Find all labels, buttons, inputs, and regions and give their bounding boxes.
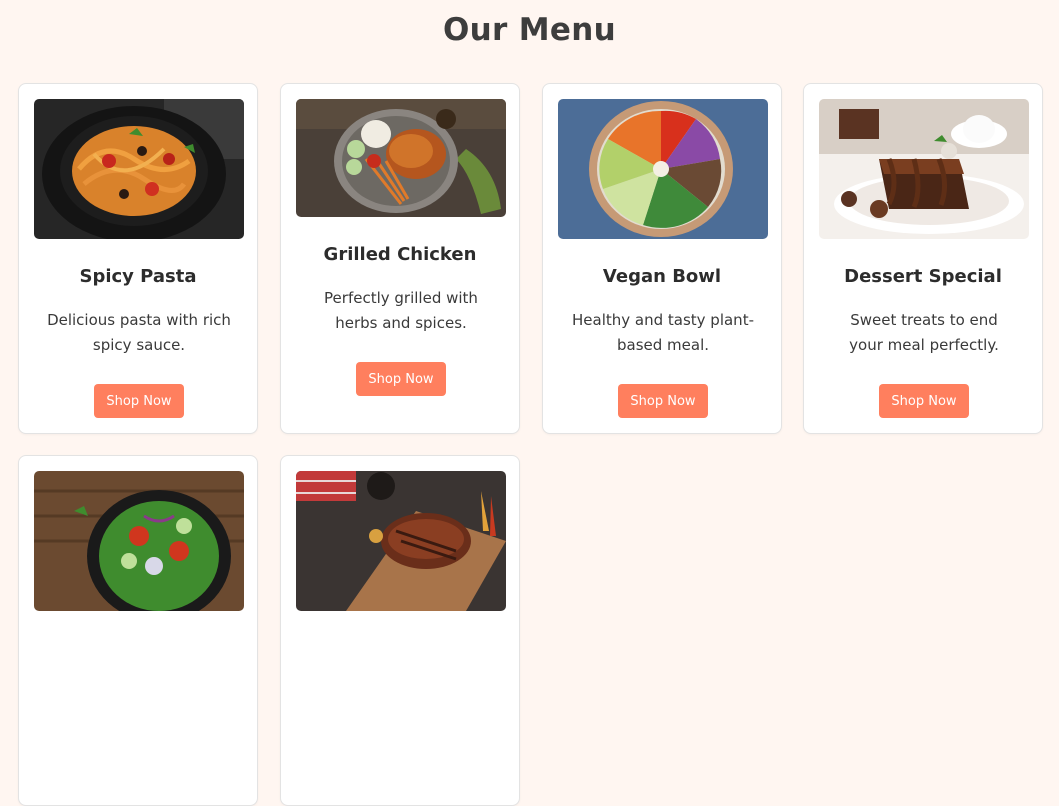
vegan-bowl-image — [558, 99, 768, 239]
grilled-chicken-image — [296, 99, 506, 217]
item-name: Grilled Chicken — [323, 244, 477, 265]
item-description: Perfectly grilled with herbs and spices. — [324, 289, 478, 332]
menu-card-dessert-special: Dessert Special Sweet treats to end your… — [803, 83, 1043, 434]
menu-grid: Spicy Pasta Delicious pasta with rich sp… — [0, 0, 1059, 806]
item-name: Vegan Bowl — [602, 266, 722, 287]
item-description: Delicious pasta with rich spicy sauce. — [47, 311, 231, 354]
shop-now-button[interactable]: Shop Now — [618, 384, 708, 418]
menu-card-steak — [280, 455, 520, 806]
item-name: Dessert Special — [844, 266, 1002, 287]
menu-card-grilled-chicken: Grilled Chicken Perfectly grilled with h… — [280, 83, 520, 434]
menu-card-spicy-pasta: Spicy Pasta Delicious pasta with rich sp… — [18, 83, 258, 434]
shop-now-button[interactable]: Shop Now — [356, 362, 446, 396]
menu-card-vegan-bowl: Vegan Bowl Healthy and tasty plant-based… — [542, 83, 782, 434]
item-name: Spicy Pasta — [79, 266, 197, 287]
menu-card-salad — [18, 455, 258, 806]
spicy-pasta-image — [34, 99, 244, 239]
steak-image — [296, 471, 506, 611]
item-description: Healthy and tasty plant-based meal. — [572, 311, 754, 354]
shop-now-button[interactable]: Shop Now — [94, 384, 184, 418]
shop-now-button[interactable]: Shop Now — [879, 384, 969, 418]
dessert-image — [819, 99, 1029, 239]
item-description: Sweet treats to end your meal perfectly. — [849, 311, 999, 354]
salad-image — [34, 471, 244, 611]
